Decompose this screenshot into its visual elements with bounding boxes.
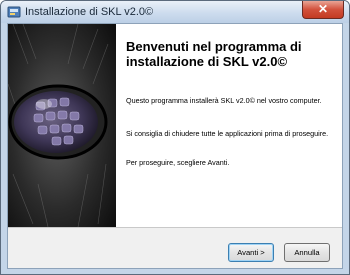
intro-paragraph: Questo programma installerà SKL v2.0© ne…: [126, 96, 322, 105]
title-bar[interactable]: Installazione di SKL v2.0© ✕: [1, 1, 349, 23]
welcome-heading: Benvenuti nel programma di installazione…: [126, 39, 302, 69]
window-title: Installazione di SKL v2.0©: [25, 6, 154, 18]
advice-paragraph: Si consiglia di chiudere tutte le applic…: [126, 129, 329, 138]
installer-window: Installazione di SKL v2.0© ✕ Benvenuti n…: [0, 0, 350, 275]
wizard-body: Benvenuti nel programma di installazione…: [7, 23, 343, 269]
cancel-button[interactable]: Annulla: [284, 243, 330, 262]
installer-icon: [7, 6, 21, 18]
close-icon: ✕: [317, 2, 329, 16]
continue-paragraph: Per proseguire, scegliere Avanti.: [126, 158, 230, 167]
close-button[interactable]: ✕: [302, 1, 344, 19]
wizard-content: Benvenuti nel programma di installazione…: [116, 24, 342, 227]
button-bar: Avanti > Annulla: [8, 227, 342, 268]
banner-image: [8, 24, 116, 227]
next-button[interactable]: Avanti >: [228, 243, 274, 262]
